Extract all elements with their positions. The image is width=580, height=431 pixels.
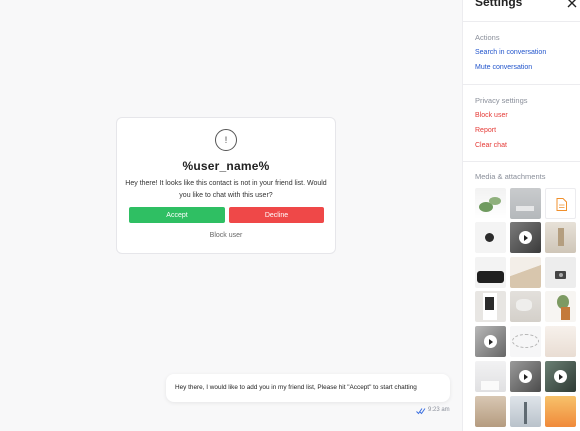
media-thumbnail[interactable] (510, 291, 541, 322)
divider (463, 21, 580, 22)
mute-conversation-link[interactable]: Mute conversation (475, 64, 532, 71)
media-thumbnail[interactable] (545, 257, 576, 288)
media-thumbnail[interactable] (475, 361, 506, 392)
divider (463, 84, 580, 85)
block-user-link[interactable]: Block user (475, 112, 508, 119)
search-in-conversation-link[interactable]: Search in conversation (475, 49, 546, 56)
divider (463, 161, 580, 162)
video-thumbnail[interactable] (510, 361, 541, 392)
clear-chat-link[interactable]: Clear chat (475, 142, 507, 149)
media-attachments-title: Media & attachments (475, 172, 546, 181)
accept-button[interactable]: Accept (129, 207, 225, 223)
privacy-settings-title: Privacy settings (475, 96, 528, 105)
media-thumbnail[interactable] (475, 188, 506, 219)
media-thumbnail[interactable] (475, 291, 506, 322)
close-icon[interactable] (566, 0, 578, 9)
friend-request-card: ! %user_name% Hey there! It looks like t… (116, 117, 336, 254)
info-icon: ! (215, 129, 237, 151)
double-check-icon (416, 408, 426, 415)
request-message: Hey there! It looks like this contact is… (125, 180, 327, 199)
message-meta: 9:23 am (416, 406, 456, 416)
decline-button[interactable]: Decline (229, 207, 324, 223)
media-thumbnail[interactable] (545, 222, 576, 253)
media-thumbnail[interactable] (545, 291, 576, 322)
play-icon[interactable] (484, 335, 497, 348)
actions-title: Actions (475, 33, 500, 42)
settings-title: Settings (475, 0, 523, 9)
message-time: 9:23 am (428, 407, 450, 413)
play-icon[interactable] (554, 370, 567, 383)
file-icon (556, 198, 567, 211)
play-icon[interactable] (519, 370, 532, 383)
media-thumbnail[interactable] (475, 257, 506, 288)
media-thumbnail[interactable] (510, 396, 541, 427)
message-bubble: Hey there, I would like to add you in my… (166, 374, 450, 402)
video-thumbnail[interactable] (475, 326, 506, 357)
media-thumbnail[interactable] (545, 396, 576, 427)
media-thumbnail[interactable] (475, 396, 506, 427)
file-attachment[interactable] (545, 188, 576, 219)
chat-area: ! %user_name% Hey there! It looks like t… (0, 0, 462, 431)
video-thumbnail[interactable] (545, 361, 576, 392)
media-thumbnail[interactable] (545, 326, 576, 357)
block-user-link[interactable]: Block user (117, 232, 335, 239)
media-thumbnail[interactable] (510, 188, 541, 219)
play-icon[interactable] (519, 231, 532, 244)
settings-panel: Settings Actions Search in conversation … (462, 0, 580, 431)
media-thumbnail[interactable] (510, 326, 541, 357)
report-link[interactable]: Report (475, 127, 496, 134)
media-thumbnail[interactable] (475, 222, 506, 253)
video-thumbnail[interactable] (510, 222, 541, 253)
media-thumbnail[interactable] (510, 257, 541, 288)
request-user-name: %user_name% (182, 159, 270, 173)
